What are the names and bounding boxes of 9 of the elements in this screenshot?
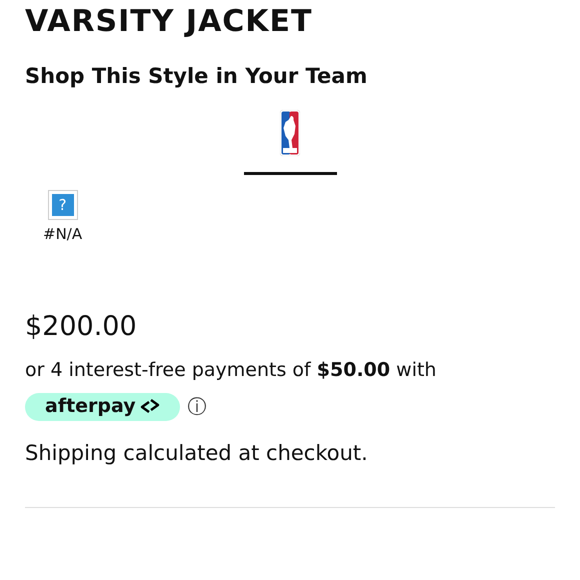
info-icon[interactable]: ⓘ (188, 394, 207, 420)
product-title: VARSITY JACKET (25, 3, 314, 40)
afterpay-badge[interactable]: afterpay (25, 393, 180, 421)
league-logo-icon (280, 110, 300, 156)
shipping-note: Shipping calculated at checkout. (25, 440, 369, 467)
price: $200.00 (25, 310, 138, 344)
section-heading: Shop This Style in Your Team (25, 63, 368, 90)
installment-text: or 4 interest-free payments of $50.00 with (25, 358, 438, 383)
team-label: #N/A (43, 225, 82, 243)
